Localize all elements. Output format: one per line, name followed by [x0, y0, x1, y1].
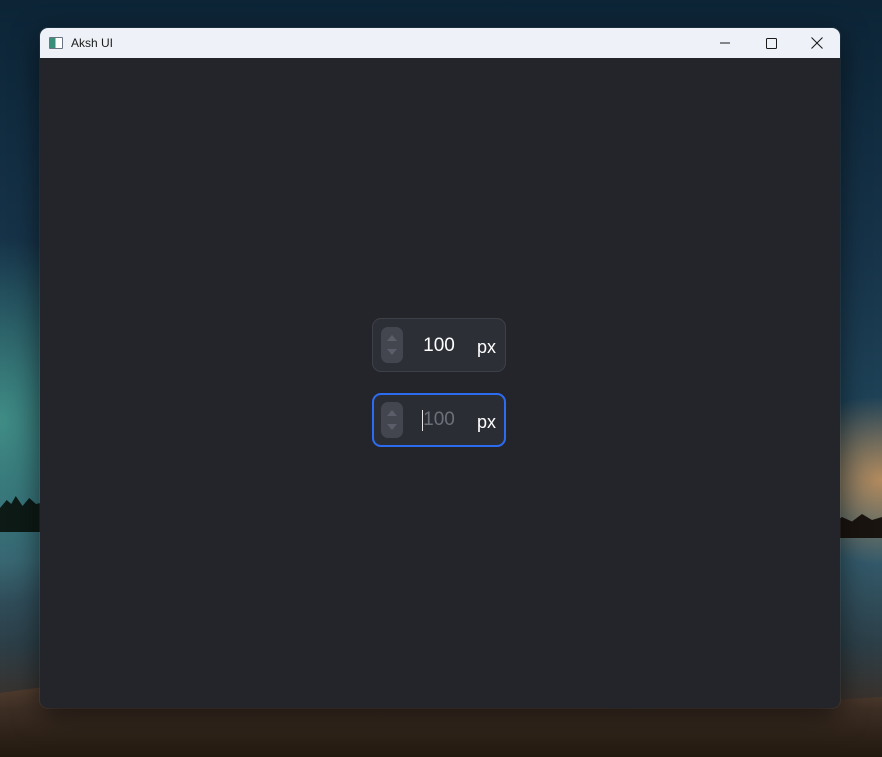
unit-label: px: [476, 412, 496, 432]
number-input[interactable]: [413, 395, 465, 445]
stepper-up-icon[interactable]: [387, 410, 397, 416]
number-value[interactable]: 100: [413, 319, 465, 373]
maximize-button[interactable]: [748, 28, 794, 58]
number-stepper[interactable]: [381, 402, 403, 438]
maximize-icon: [765, 37, 777, 49]
text-caret: [422, 410, 423, 431]
close-icon: [811, 37, 823, 49]
number-input-field[interactable]: 100 px: [372, 318, 506, 372]
stepper-down-icon[interactable]: [387, 349, 397, 355]
window-title: Aksh UI: [71, 36, 114, 50]
close-button[interactable]: [794, 28, 840, 58]
title-bar[interactable]: Aksh UI: [40, 28, 840, 58]
unit-label: px: [476, 337, 496, 357]
number-input-field-focused[interactable]: px: [372, 393, 506, 447]
app-icon: [49, 37, 63, 49]
number-stepper[interactable]: [381, 327, 403, 363]
stepper-up-icon[interactable]: [387, 335, 397, 341]
desktop-wallpaper-trees: [0, 496, 45, 532]
minimize-icon: [720, 42, 730, 44]
client-area: 100 px px: [40, 58, 840, 708]
app-window: Aksh UI 100 px 100 px: [40, 28, 840, 708]
minimize-button[interactable]: [702, 28, 748, 58]
stepper-down-icon[interactable]: [387, 424, 397, 430]
window-controls: [702, 28, 840, 58]
